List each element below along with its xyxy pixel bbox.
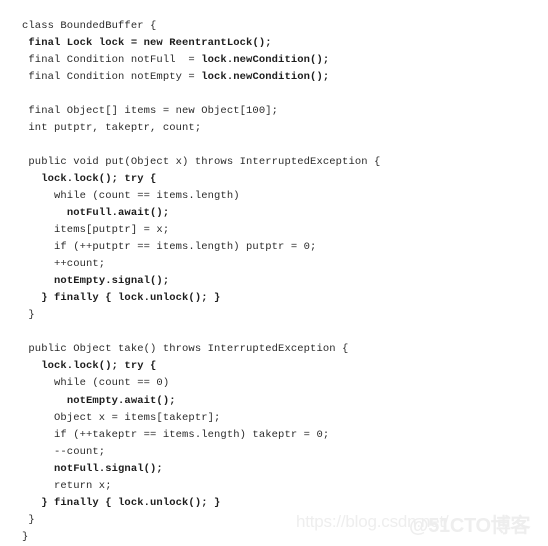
code-line: final Object[] items = new Object[100]; <box>22 103 542 120</box>
code-segment: } <box>22 530 29 543</box>
code-segment: if (++putptr == items.length) putptr = 0… <box>22 241 317 254</box>
code-segment: final Condition notEmpty = <box>22 70 202 83</box>
code-line: } <box>22 529 542 546</box>
code-line: notFull.signal(); <box>22 461 542 478</box>
java-source-code: class BoundedBuffer { final Lock lock = … <box>22 18 542 546</box>
code-line: } finally { lock.unlock(); } <box>22 495 542 512</box>
code-segment: while (count == items.length) <box>22 189 240 202</box>
code-segment: public Object take() throws InterruptedE… <box>22 343 349 356</box>
code-line: while (count == items.length) <box>22 188 542 205</box>
code-segment-bold: lock.lock(); try { <box>41 172 157 185</box>
code-line: final Lock lock = new ReentrantLock(); <box>22 35 542 52</box>
code-line: class BoundedBuffer { <box>22 18 542 35</box>
code-segment-bold: lock.newCondition(); <box>201 70 330 83</box>
code-segment-bold: notEmpty.await(); <box>66 394 176 407</box>
code-line: } <box>22 512 542 529</box>
code-line: final Condition notFull = lock.newCondit… <box>22 52 542 69</box>
code-line: notEmpty.await(); <box>22 393 542 410</box>
code-line: while (count == 0) <box>22 375 542 392</box>
code-segment: final Object[] items = new Object[100]; <box>22 104 279 117</box>
code-segment: while (count == 0) <box>22 377 170 390</box>
code-segment-bold: lock.newCondition(); <box>201 53 330 66</box>
code-line: if (++takeptr == items.length) takeptr =… <box>22 427 542 444</box>
code-line: final Condition notEmpty = lock.newCondi… <box>22 69 542 86</box>
code-line: notEmpty.signal(); <box>22 273 542 290</box>
code-line: } <box>22 307 542 324</box>
code-segment: --count; <box>22 445 106 458</box>
code-segment: ++count; <box>22 258 106 271</box>
code-line: Object x = items[takeptr]; <box>22 410 542 427</box>
code-line: int putptr, takeptr, count; <box>22 120 542 137</box>
code-line: items[putptr] = x; <box>22 222 542 239</box>
code-line: --count; <box>22 444 542 461</box>
code-segment-bold: notFull.signal(); <box>54 462 163 475</box>
code-segment-bold: lock.lock(); try { <box>41 360 157 373</box>
code-segment: public void put(Object x) throws Interru… <box>22 155 381 168</box>
code-segment-bold: notFull.await(); <box>66 207 170 220</box>
code-segment-bold: } finally { lock.unlock(); } <box>41 292 221 305</box>
code-line: lock.lock(); try { <box>22 358 542 375</box>
code-segment-bold: final Lock lock = new ReentrantLock(); <box>28 36 272 49</box>
code-line: public void put(Object x) throws Interru… <box>22 154 542 171</box>
code-line: notFull.await(); <box>22 205 542 222</box>
code-segment: int putptr, takeptr, count; <box>22 121 202 134</box>
code-line: } finally { lock.unlock(); } <box>22 290 542 307</box>
code-line: if (++putptr == items.length) putptr = 0… <box>22 239 542 256</box>
code-segment: } <box>22 309 35 322</box>
code-segment: class BoundedBuffer { <box>22 19 157 32</box>
code-segment: items[putptr] = x; <box>22 224 170 237</box>
code-line: ++count; <box>22 256 542 273</box>
code-figure: class BoundedBuffer { final Lock lock = … <box>0 0 548 543</box>
code-segment: Object x = items[takeptr]; <box>22 411 221 424</box>
code-line: public Object take() throws InterruptedE… <box>22 341 542 358</box>
code-segment-bold: notEmpty.signal(); <box>54 275 170 288</box>
code-segment-bold: } finally { lock.unlock(); } <box>41 496 221 509</box>
code-line: lock.lock(); try { <box>22 171 542 188</box>
code-segment: } <box>22 513 35 526</box>
code-segment: final Condition notFull = <box>22 53 202 66</box>
code-line: return x; <box>22 478 542 495</box>
code-segment: if (++takeptr == items.length) takeptr =… <box>22 428 330 441</box>
code-segment: return x; <box>22 479 112 492</box>
